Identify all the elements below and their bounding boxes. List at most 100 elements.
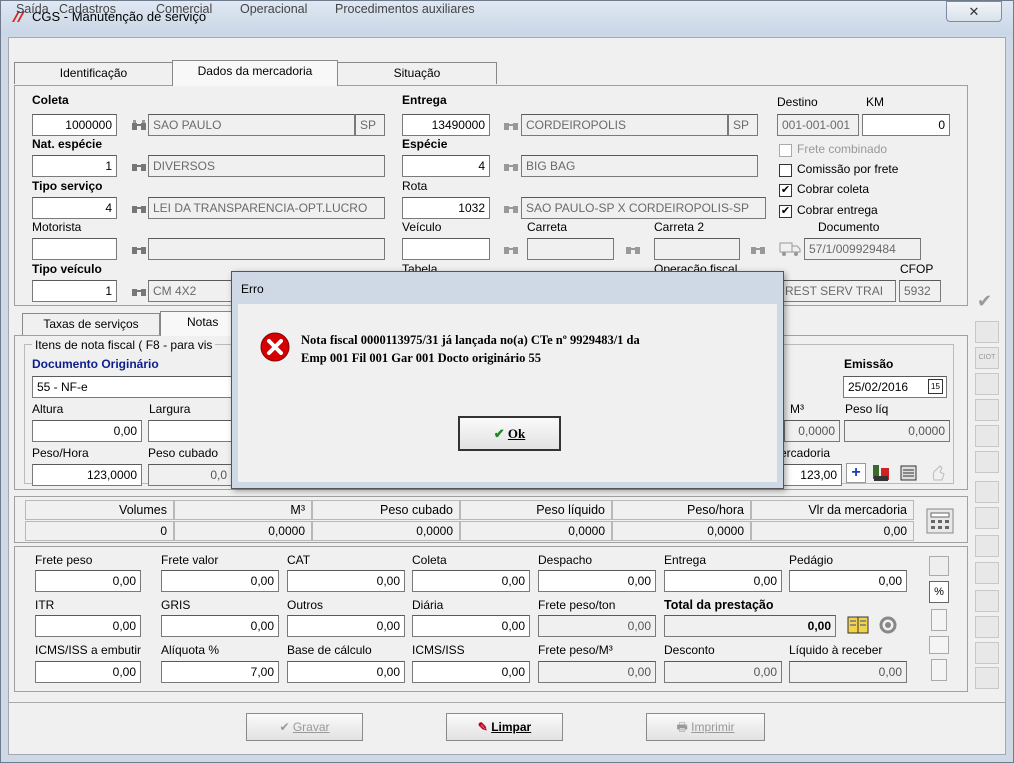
binoculars-icon[interactable] [131, 284, 147, 298]
page-icon[interactable] [931, 609, 947, 631]
tipo-servico-code-input[interactable]: 4 [32, 197, 117, 219]
edit-icon[interactable] [975, 535, 999, 557]
tab-situacao[interactable]: Situação [337, 62, 497, 84]
confirm-check-icon[interactable]: ✔ [977, 291, 992, 312]
binoculars-icon[interactable] [131, 242, 147, 256]
motorista-code-input[interactable] [32, 238, 117, 260]
gris-input[interactable]: 0,00 [161, 615, 279, 637]
forward-icon[interactable] [975, 481, 999, 503]
diaria-label: Diária [412, 598, 444, 612]
binoculars-icon[interactable] [503, 201, 519, 215]
peso-hora-input[interactable]: 123,0000 [32, 464, 142, 486]
menu-procedimentos[interactable]: Procedimentos auxiliares [335, 2, 475, 16]
altura-input[interactable]: 0,00 [32, 420, 142, 442]
cobrar-entrega-checkbox[interactable]: ✔ [779, 205, 792, 218]
despacho-input[interactable]: 0,00 [538, 570, 656, 592]
aliquota-input[interactable]: 7,00 [161, 661, 279, 683]
document-icon[interactable] [898, 462, 920, 484]
tab-identificacao[interactable]: Identificação [14, 62, 173, 84]
settings-icon[interactable] [876, 613, 900, 637]
scan-icon[interactable] [975, 642, 999, 664]
hand-icon[interactable] [928, 462, 950, 484]
cobrar-coleta-checkbox[interactable]: ✔ [779, 184, 792, 197]
icms-iss-input[interactable]: 0,00 [412, 661, 530, 683]
list-icon[interactable] [931, 659, 947, 681]
binoculars-icon[interactable] [750, 242, 766, 256]
cobrar-coleta-label: Cobrar coleta [797, 182, 870, 196]
doc-origem-select[interactable]: 55 - NF-e [32, 376, 232, 398]
totals-header-peso-hora: Peso/hora [612, 500, 751, 520]
copy-icon[interactable] [975, 451, 999, 473]
calculator-icon[interactable] [926, 508, 954, 534]
entrega-frete-label: Entrega [664, 553, 707, 567]
truck-side-icon[interactable] [975, 507, 999, 529]
binoculars-icon[interactable] [131, 201, 147, 215]
dollar-icon[interactable] [975, 321, 999, 343]
nat-especie-code-input[interactable]: 1 [32, 155, 117, 177]
dialog-message-line2: Emp 001 Fil 001 Gar 001 Docto originário… [301, 351, 542, 365]
gravar-button[interactable]: ✔ Gravar [246, 713, 363, 741]
gravar-label: Gravar [292, 720, 330, 734]
tab-dados-mercadoria[interactable]: Dados da mercadoria [172, 60, 338, 86]
truck-icon[interactable] [779, 238, 801, 258]
ciot-icon[interactable]: CIOT [975, 347, 999, 369]
menu-saida[interactable]: Saída [16, 2, 49, 16]
book-icon[interactable] [846, 614, 870, 636]
icms-embutir-input[interactable]: 0,00 [35, 661, 141, 683]
add-item-icon[interactable]: + [846, 463, 866, 483]
coleta-frete-input[interactable]: 0,00 [412, 570, 530, 592]
base-calculo-input[interactable]: 0,00 [287, 661, 405, 683]
comissao-frete-checkbox[interactable] [779, 164, 792, 177]
stamp-icon[interactable] [975, 590, 999, 612]
book-side-icon[interactable] [975, 616, 999, 638]
tipo-veiculo-code-input[interactable]: 1 [32, 280, 117, 302]
cat-input[interactable]: 0,00 [287, 570, 405, 592]
rota-code-input[interactable]: 1032 [402, 197, 490, 219]
window-icon[interactable] [929, 636, 949, 654]
frete-valor-input[interactable]: 0,00 [161, 570, 279, 592]
subtab-taxas[interactable]: Taxas de serviços [22, 313, 160, 335]
tools-icon[interactable] [870, 462, 892, 484]
binoculars-icon[interactable] [625, 242, 641, 256]
frete-peso-input[interactable]: 0,00 [35, 570, 141, 592]
imprimir-button[interactable]: 🖶 Imprimir [646, 713, 765, 741]
binoculars-icon[interactable] [131, 118, 147, 132]
frete-combinado-checkbox[interactable] [779, 144, 792, 157]
subtab-notas[interactable]: Notas [160, 311, 240, 336]
largura-input[interactable] [148, 420, 232, 442]
coleta-code-input[interactable]: 1000000 [32, 114, 117, 136]
nat-especie-label: Nat. espécie [32, 137, 103, 151]
especie-code-input[interactable]: 4 [402, 155, 490, 177]
total-prestacao-label: Total da prestação [664, 598, 774, 612]
eraser-icon[interactable] [975, 399, 999, 421]
route-icon[interactable] [975, 667, 999, 689]
calendar-icon[interactable]: 15 [928, 379, 943, 394]
limpar-button[interactable]: ✎ Limpar [446, 713, 563, 741]
close-button[interactable]: ✕ [946, 1, 1002, 22]
rota-label: Rota [402, 179, 428, 193]
pedagio-input[interactable]: 0,00 [789, 570, 907, 592]
diaria-input[interactable]: 0,00 [412, 615, 530, 637]
binoculars-icon[interactable] [503, 159, 519, 173]
vlr-merc-input[interactable]: 123,00 [780, 464, 842, 486]
table-icon[interactable] [929, 556, 949, 576]
circle-icon[interactable] [975, 373, 999, 395]
menu-cadastros[interactable]: Cadastros [59, 2, 116, 16]
m3-field: 0,0000 [784, 420, 840, 442]
ok-button[interactable]: ✔ Ok [458, 416, 561, 451]
outros-input[interactable]: 0,00 [287, 615, 405, 637]
entrega-code-input[interactable]: 13490000 [402, 114, 490, 136]
menu-operacional[interactable]: Operacional [240, 2, 307, 16]
percent-icon[interactable]: % [929, 581, 949, 603]
binoculars-icon[interactable] [503, 118, 519, 132]
menu-comercial[interactable]: Comercial [156, 2, 212, 16]
export-icon[interactable] [975, 425, 999, 447]
veiculo-input[interactable] [402, 238, 490, 260]
entrega-frete-input[interactable]: 0,00 [664, 570, 782, 592]
binoculars-icon[interactable] [131, 159, 147, 173]
itr-input[interactable]: 0,00 [35, 615, 141, 637]
grid-icon[interactable] [975, 562, 999, 584]
binoculars-icon[interactable] [503, 242, 519, 256]
totals-header-m3: M³ [174, 500, 312, 520]
km-input[interactable]: 0 [862, 114, 950, 136]
